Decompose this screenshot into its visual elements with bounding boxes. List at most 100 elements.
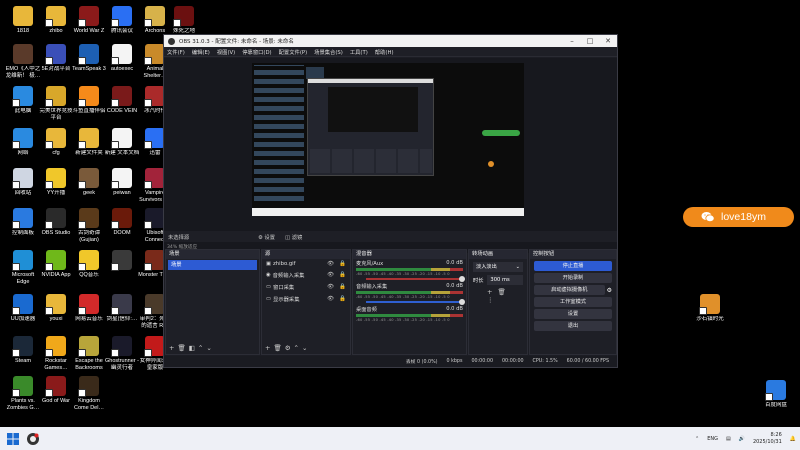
wechat-icon <box>701 212 715 223</box>
folder-icon <box>45 294 66 315</box>
desktop-icon[interactable]: 5E对战平台 <box>38 42 74 88</box>
preview-area[interactable]: 34% 缩放适应 <box>164 58 617 253</box>
more-icon[interactable]: ⋮ <box>487 296 499 304</box>
duration-input[interactable]: 300 ms <box>487 275 523 285</box>
menu-tools[interactable]: 工具(T) <box>350 48 368 56</box>
volume-icon[interactable]: 🔊 <box>739 436 745 442</box>
desktop-icon[interactable]: 斗鱼直播伴侣 <box>71 84 107 130</box>
desktop-icon[interactable]: 剑星(信仰:… <box>104 292 140 338</box>
menu-profile[interactable]: 配置文件(P) <box>279 48 308 56</box>
eye-icon[interactable]: 👁 <box>327 272 334 278</box>
stop-streaming-button[interactable]: 停止直播 <box>534 261 612 271</box>
eye-icon[interactable]: 👁 <box>327 296 334 302</box>
geek-icon <box>78 168 99 189</box>
eye-icon[interactable]: 👁 <box>327 284 334 290</box>
desktop-icon[interactable]: EMO《人中之龙维新！ 极… <box>5 42 41 88</box>
desktop-icon[interactable]: 此电脑 <box>5 84 41 130</box>
lock-icon[interactable]: 🔒 <box>339 261 346 267</box>
preview-canvas <box>252 63 524 216</box>
chevron-up-icon[interactable]: ⌃ <box>695 436 699 442</box>
desktop-icon-label: CODE VEIN <box>106 108 138 114</box>
source-item[interactable]: ▭ 显示器采集 👁 🔒 <box>262 293 350 305</box>
desktop-icon[interactable]: CODE VEIN <box>104 84 140 130</box>
desktop-icon[interactable]: QQ音乐 <box>71 248 107 294</box>
volume-slider[interactable] <box>366 276 465 282</box>
douyu-icon <box>78 86 99 107</box>
source-item[interactable]: ▭ 窗口采集 👁 🔒 <box>262 281 350 293</box>
menu-docks[interactable]: 停靠窗口(D) <box>242 48 271 56</box>
desktop-icon[interactable]: UU加速器 <box>5 292 41 338</box>
desktop-icon[interactable]: 控制面板 <box>5 206 41 252</box>
up-icon[interactable]: ⌃ <box>294 344 302 352</box>
desktop-icon[interactable]: 古剑奇谭 (Gujian) <box>71 206 107 252</box>
lock-icon[interactable]: 🔒 <box>339 296 346 302</box>
desktop-icon[interactable]: God of War <box>38 374 74 420</box>
volume-slider[interactable] <box>366 299 465 305</box>
perfect-world-icon <box>45 86 66 107</box>
studio-mode-button[interactable]: 工作室模式 <box>534 297 612 307</box>
folder-icon <box>78 128 99 149</box>
filters-button[interactable]: ◫ 滤镜 <box>285 233 302 241</box>
pvz-icon <box>12 376 33 397</box>
lock-icon[interactable]: 🔒 <box>339 272 346 278</box>
eye-icon[interactable]: 👁 <box>327 261 334 267</box>
desktop-icon[interactable]: Plants vs. Zombies G… <box>5 374 41 420</box>
obs-logo-icon <box>168 37 175 45</box>
settings-button[interactable]: 设置 <box>534 309 612 319</box>
maximize-icon[interactable]: □ <box>581 37 599 45</box>
scene-item[interactable]: 场景 <box>168 260 257 270</box>
menu-help[interactable]: 帮助(H) <box>375 48 394 56</box>
add-icon[interactable]: + <box>487 288 497 296</box>
start-recording-button[interactable]: 开始录制 <box>534 273 612 283</box>
gear-icon[interactable]: ⚙ <box>285 344 294 352</box>
menu-file[interactable]: 文件(F) <box>167 48 185 56</box>
language-indicator[interactable]: ENG <box>707 436 718 442</box>
gear-icon[interactable]: ⚙ <box>607 287 612 294</box>
desktop-icon[interactable]: OBS Studio <box>38 206 74 252</box>
clock[interactable]: 8:26 2025/10/31 <box>753 432 782 445</box>
lock-icon[interactable]: 🔒 <box>339 284 346 290</box>
wechat-chip[interactable]: love18ym <box>683 207 794 227</box>
minimize-icon[interactable]: – <box>563 37 581 45</box>
desktop-icon[interactable]: DOOM <box>104 206 140 252</box>
desktop-icon-label: World War Z <box>73 28 105 34</box>
desktop-icon[interactable]: autoexec <box>104 42 140 88</box>
transition-select[interactable]: 淡入淡出 ⌄ <box>473 262 523 272</box>
properties-button[interactable]: ⚙ 设置 <box>258 233 275 241</box>
obs-titlebar[interactable]: OBS 31.0.3 - 配置文件: 未命名 - 场景: 未命名 – □ ✕ <box>164 35 617 47</box>
desktop-icon[interactable]: Kingdom Come Del… <box>71 374 107 420</box>
source-item[interactable]: ▣ zhibo.gif 👁 🔒 <box>262 259 350 269</box>
desktop-icon[interactable]: 网易云音乐 <box>71 292 107 338</box>
source-item[interactable]: ◉ 音频输入采集 👁 🔒 <box>262 269 350 281</box>
exit-button[interactable]: 退出 <box>534 321 612 331</box>
desktop-icon[interactable]: NVIDIA App <box>38 248 74 294</box>
filter-icon[interactable]: ◧ <box>189 344 198 352</box>
down-icon[interactable]: ⌄ <box>206 344 214 352</box>
remove-icon[interactable]: 🗑 <box>177 344 188 352</box>
desktop-icon[interactable]: 百度网盘 <box>758 378 794 424</box>
close-icon[interactable]: ✕ <box>599 37 617 45</box>
desktop-icon[interactable] <box>104 248 140 294</box>
network-icon[interactable]: ▤ <box>726 436 731 442</box>
chip-label: love18ym <box>721 211 766 223</box>
start-virtual-camera-button[interactable]: 启动虚拟摄像机 <box>534 285 605 295</box>
desktop-icon[interactable]: Ghostrunner - 幽灵行者 <box>104 334 140 380</box>
desktop-icon[interactable]: youxi <box>38 292 74 338</box>
desktop-icon[interactable]: Microsoft Edge <box>5 248 41 294</box>
desktop-icon-label: Ghostrunner - 幽灵行者 <box>105 358 139 371</box>
desktop-icon[interactable]: TeamSpeak 3 <box>71 42 107 88</box>
obs-studio-icon[interactable] <box>26 432 40 446</box>
desktop-icon[interactable]: 沙石镇时光 <box>692 292 728 338</box>
windows-start-icon[interactable] <box>6 432 20 446</box>
meter-ticks: -60 -55 -50 -45 -40 -35 -30 -25 -20 -15 … <box>356 318 450 322</box>
remove-icon[interactable]: 🗑 <box>497 288 510 296</box>
menu-scene-collection[interactable]: 场景集合(S) <box>314 48 343 56</box>
menu-edit[interactable]: 编辑(E) <box>192 48 210 56</box>
down-icon[interactable]: ⌄ <box>302 344 310 352</box>
doom-icon <box>111 208 132 229</box>
rockstar-icon <box>45 336 66 357</box>
menu-view[interactable]: 视图(V) <box>217 48 235 56</box>
notification-icon[interactable]: 🔔 <box>790 436 796 442</box>
desktop-icon[interactable]: 完美世界竞技平台 <box>38 84 74 130</box>
remove-icon[interactable]: 🗑 <box>273 344 284 352</box>
